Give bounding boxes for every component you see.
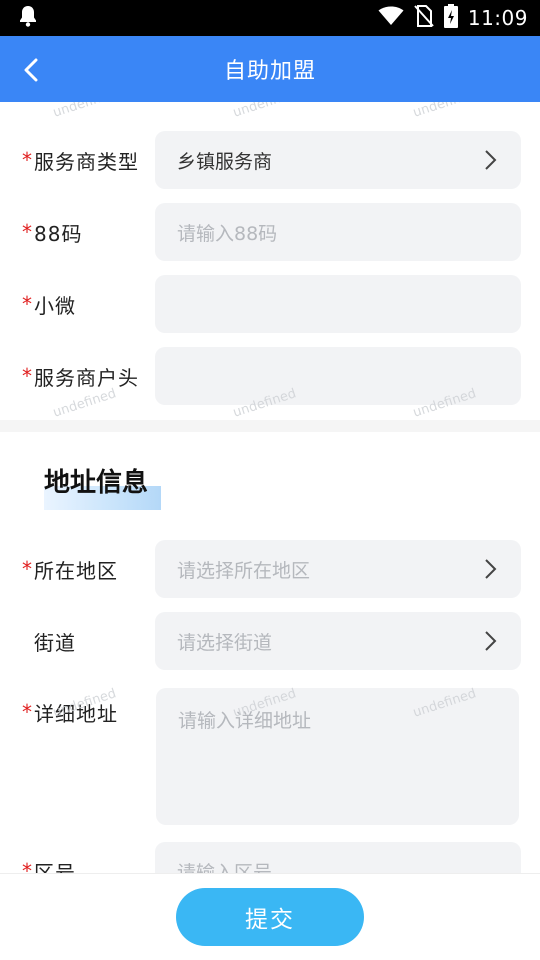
- notification-bell-icon: [18, 5, 38, 31]
- code88-label: * 88码: [22, 203, 82, 261]
- required-mark: *: [22, 292, 33, 316]
- required-mark: *: [22, 364, 33, 388]
- xiaowei-label: * 小微: [22, 275, 76, 333]
- service-type-label: * 服务商类型: [22, 131, 139, 189]
- code88-input[interactable]: 请输入88码: [155, 203, 521, 261]
- street-label: 街道: [22, 612, 76, 670]
- label-text: 服务商类型: [34, 149, 139, 174]
- label-text: 服务商户头: [34, 365, 139, 390]
- region-placeholder: 请选择所在地区: [177, 559, 311, 582]
- chevron-left-icon: [24, 58, 38, 82]
- bottom-action-bar: 提交: [0, 873, 540, 960]
- app-header: 自助加盟: [0, 36, 540, 102]
- chevron-right-icon: [483, 629, 499, 653]
- watermark-text: undefined: [411, 102, 479, 121]
- address-section-title: 地址信息: [44, 468, 149, 498]
- detail-address-placeholder: 请输入详细地址: [178, 710, 312, 732]
- district-no-input[interactable]: 请输入区号: [155, 842, 521, 874]
- region-select[interactable]: 请选择所在地区: [155, 540, 521, 598]
- district-no-placeholder: 请输入区号: [177, 861, 273, 875]
- label-text: 详细地址: [34, 701, 118, 726]
- street-placeholder: 请选择街道: [177, 631, 273, 654]
- back-button[interactable]: [14, 53, 48, 87]
- status-time: 11:09: [467, 6, 528, 30]
- code88-placeholder: 请输入88码: [177, 222, 278, 245]
- detail-address-textarea[interactable]: 请输入详细地址: [156, 688, 519, 825]
- required-mark: *: [22, 220, 33, 244]
- watermark-text: undefined: [51, 102, 119, 121]
- street-select[interactable]: 请选择街道: [155, 612, 521, 670]
- required-mark: *: [22, 700, 33, 724]
- account-head-input[interactable]: [155, 347, 521, 405]
- watermark-text: undefined: [231, 102, 299, 121]
- status-bar: 11:09: [0, 0, 540, 36]
- region-label: * 所在地区: [22, 540, 118, 598]
- label-text: 小微: [34, 293, 76, 318]
- account-head-label: * 服务商户头: [22, 347, 139, 405]
- wifi-icon: [378, 6, 404, 30]
- chevron-right-icon: [483, 148, 499, 172]
- submit-button[interactable]: 提交: [176, 888, 364, 946]
- required-mark: *: [22, 148, 33, 172]
- detail-address-label: * 详细地址: [22, 683, 118, 741]
- form-scroll-area[interactable]: undefined undefined undefined undefined …: [0, 102, 540, 874]
- chevron-right-icon: [483, 557, 499, 581]
- battery-charging-icon: [443, 4, 458, 32]
- xiaowei-input[interactable]: [155, 275, 521, 333]
- no-sim-icon: [414, 5, 434, 31]
- label-text: 88码: [34, 221, 83, 246]
- service-type-select[interactable]: 乡镇服务商: [155, 131, 521, 189]
- label-text: 区号: [34, 860, 76, 875]
- section-divider: [0, 420, 540, 432]
- service-type-value: 乡镇服务商: [177, 150, 273, 173]
- page-title: 自助加盟: [223, 59, 316, 84]
- label-text: 街道: [34, 630, 76, 655]
- label-text: 所在地区: [34, 558, 118, 583]
- required-mark: *: [22, 557, 33, 581]
- required-mark: *: [22, 859, 33, 874]
- district-no-label: * 区号: [22, 842, 76, 874]
